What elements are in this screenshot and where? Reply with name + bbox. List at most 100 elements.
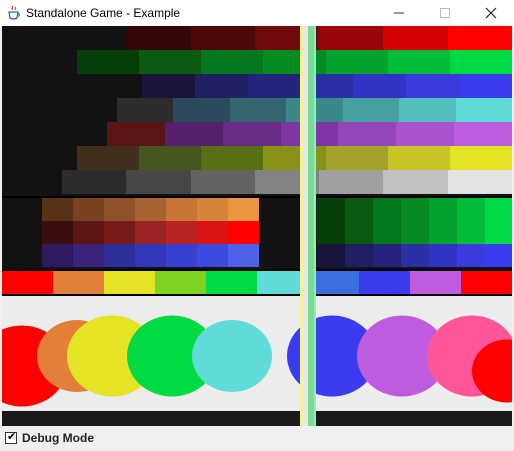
game-canvas[interactable] (2, 26, 512, 426)
color-block-tile (457, 198, 485, 221)
debug-mode-checkbox[interactable]: ✔ (5, 431, 17, 444)
debug-stripe-edge (314, 26, 316, 426)
color-band-tile (248, 74, 302, 98)
ground-shadow (2, 411, 512, 426)
divider-line (2, 269, 512, 271)
status-bar: ✔ Debug Mode (0, 426, 514, 451)
color-block-tile (401, 198, 429, 221)
window-titlebar[interactable]: Standalone Game - Example (0, 0, 514, 26)
color-band-tile (450, 146, 512, 170)
close-icon (485, 7, 497, 19)
color-band-tile (191, 26, 257, 50)
color-band-tile (454, 122, 512, 146)
color-band-tile (201, 146, 265, 170)
color-band-tile (107, 122, 166, 146)
debug-stripe (308, 26, 314, 426)
color-band-tile (77, 146, 141, 170)
color-block-tile (485, 244, 512, 267)
color-band-tile (165, 122, 224, 146)
color-band-tile (459, 74, 512, 98)
color-band-tile (448, 26, 512, 50)
color-block-tile (197, 198, 228, 221)
color-block-tile (197, 244, 228, 267)
color-block-tile (73, 198, 104, 221)
color-block-tile (317, 198, 345, 221)
debug-stripe-left (300, 26, 304, 426)
color-block-tile (485, 198, 512, 221)
minimize-icon (394, 12, 404, 14)
color-band-tile (326, 50, 390, 74)
color-block-tile (345, 244, 373, 267)
color-block-tile (42, 244, 73, 267)
game-scene (2, 26, 512, 426)
debug-mode-label[interactable]: Debug Mode (22, 431, 94, 446)
divider-line (2, 294, 512, 296)
color-band-tile (263, 50, 327, 74)
color-band-tile (396, 122, 455, 146)
color-band-tile (383, 170, 449, 194)
color-band-tile (448, 170, 512, 194)
rainbow-tile (461, 271, 512, 294)
color-block-tile (317, 221, 345, 244)
color-block-tile (345, 221, 373, 244)
color-block-tile (73, 221, 104, 244)
window-title: Standalone Game - Example (26, 6, 181, 20)
color-band-tile (388, 50, 452, 74)
color-band-tile (263, 146, 327, 170)
rainbow-tile (206, 271, 258, 294)
color-band-tile (223, 122, 282, 146)
maximize-button[interactable] (422, 0, 468, 26)
rainbow-tile (104, 271, 156, 294)
color-block-tile (373, 198, 401, 221)
color-block-tile (104, 244, 135, 267)
close-button[interactable] (468, 0, 514, 26)
color-block-tile (373, 221, 401, 244)
color-block-tile (373, 244, 401, 267)
color-band-tile (139, 50, 203, 74)
color-band-tile (399, 98, 457, 122)
color-block-tile (135, 198, 166, 221)
check-icon: ✔ (7, 431, 17, 443)
color-block-tile (42, 221, 73, 244)
rainbow-tile (410, 271, 462, 294)
color-band-tile (62, 170, 128, 194)
java-cup-icon (6, 5, 22, 21)
rainbow-tile (155, 271, 207, 294)
rainbow-tile (53, 271, 105, 294)
color-band-tile (338, 122, 397, 146)
color-block-tile (73, 244, 104, 267)
color-block-tile (104, 221, 135, 244)
color-band-tile (450, 50, 512, 74)
minimize-button[interactable] (376, 0, 422, 26)
color-block-tile (228, 221, 259, 244)
color-band-tile (195, 74, 249, 98)
color-block-tile (166, 221, 197, 244)
color-block-tile (429, 221, 457, 244)
color-block-tile (345, 198, 373, 221)
rainbow-tile (2, 271, 54, 294)
color-block-tile (457, 221, 485, 244)
color-band-tile (77, 50, 141, 74)
color-band-tile (319, 170, 385, 194)
color-block-tile (135, 221, 166, 244)
color-band-tile (388, 146, 452, 170)
color-block-tile (401, 244, 429, 267)
color-band-tile (319, 26, 385, 50)
color-block-tile (197, 221, 228, 244)
color-block-tile (42, 198, 73, 221)
color-block-tile (104, 198, 135, 221)
color-band-tile (353, 74, 407, 98)
color-band-tile (191, 170, 257, 194)
color-band-tile (343, 98, 401, 122)
color-block-tile (317, 244, 345, 267)
color-band-tile (126, 170, 192, 194)
color-band-tile (173, 98, 231, 122)
color-band-tile (142, 74, 196, 98)
color-block-tile (166, 244, 197, 267)
color-block-tile (166, 198, 197, 221)
color-band-tile (230, 98, 288, 122)
color-band-tile (406, 74, 460, 98)
color-band-tile (201, 50, 265, 74)
debug-stripe-gap (304, 26, 308, 426)
color-block-tile (485, 221, 512, 244)
